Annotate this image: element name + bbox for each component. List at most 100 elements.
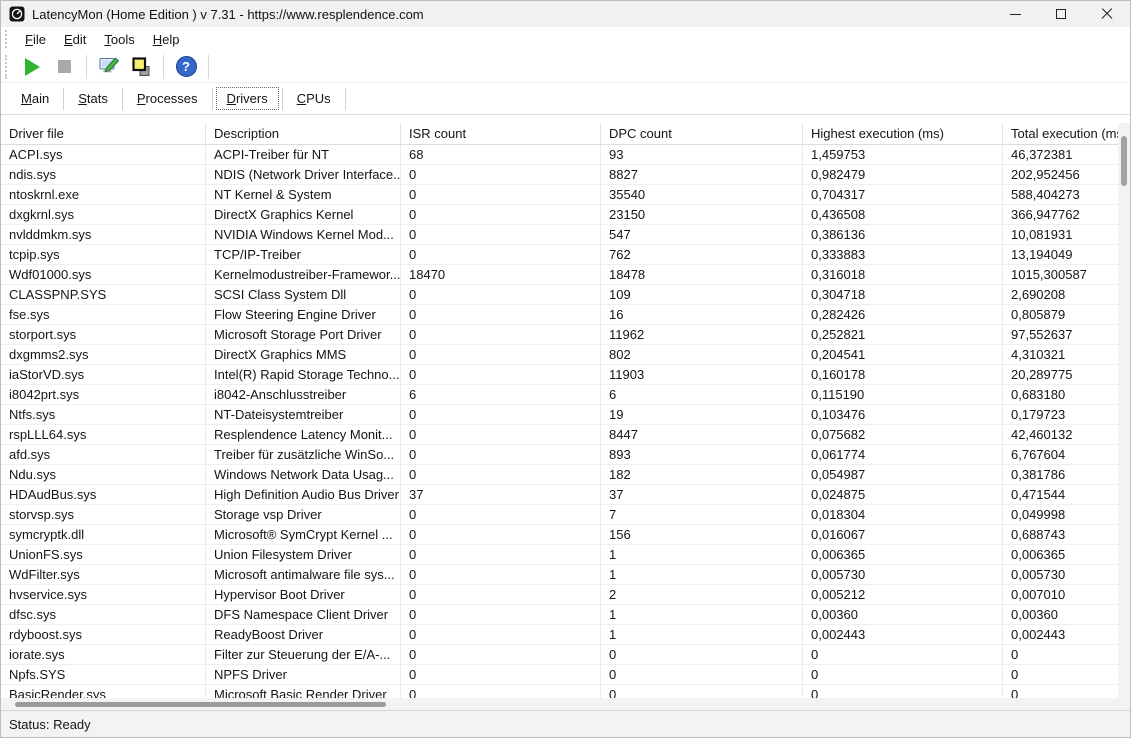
column-header-dpc-count[interactable]: DPC count — [601, 123, 803, 145]
table-row[interactable]: nvlddmkm.sys NVIDIA Windows Kernel Mod..… — [1, 225, 1120, 245]
cell-isr-count: 0 — [401, 245, 601, 265]
tab-bar: Main Stats Processes Drivers CPUs — [1, 83, 1130, 115]
table-row[interactable]: WdFilter.sys Microsoft antimalware file … — [1, 565, 1120, 585]
cell-total-execution: 97,552637 — [1003, 325, 1120, 345]
cell-dpc-count: 1 — [601, 565, 803, 585]
table-row[interactable]: tcpip.sys TCP/IP-Treiber 0 762 0,333883 … — [1, 245, 1120, 265]
table-row[interactable]: HDAudBus.sys High Definition Audio Bus D… — [1, 485, 1120, 505]
cell-highest-execution: 0,160178 — [803, 365, 1003, 385]
cell-total-execution: 0,688743 — [1003, 525, 1120, 545]
close-button[interactable] — [1084, 1, 1130, 27]
cell-description: Microsoft antimalware file sys... — [206, 565, 401, 585]
stop-icon — [57, 60, 71, 73]
table-row[interactable]: UnionFS.sys Union Filesystem Driver 0 1 … — [1, 545, 1120, 565]
cell-dpc-count: 6 — [601, 385, 803, 405]
table-row[interactable]: rdyboost.sys ReadyBoost Driver 0 1 0,002… — [1, 625, 1120, 645]
table-row[interactable]: ntoskrnl.exe NT Kernel & System 0 35540 … — [1, 185, 1120, 205]
table-row[interactable]: dxgmms2.sys DirectX Graphics MMS 0 802 0… — [1, 345, 1120, 365]
stop-monitor-button[interactable] — [50, 54, 78, 80]
cell-isr-count: 0 — [401, 325, 601, 345]
horizontal-scrollbar-thumb[interactable] — [15, 702, 386, 707]
maximize-button[interactable] — [1038, 1, 1084, 27]
menubar-gripper[interactable] — [5, 30, 10, 48]
toolbar-gripper[interactable] — [5, 54, 10, 79]
toolbar: ? — [1, 51, 1130, 83]
table-row[interactable]: i8042prt.sys i8042-Anschlusstreiber 6 6 … — [1, 385, 1120, 405]
table-row[interactable]: fse.sys Flow Steering Engine Driver 0 16… — [1, 305, 1120, 325]
cell-total-execution: 6,767604 — [1003, 445, 1120, 465]
start-monitor-button[interactable] — [18, 54, 46, 80]
toolbar-separator — [208, 54, 209, 79]
cell-highest-execution: 0,386136 — [803, 225, 1003, 245]
table-row[interactable]: CLASSPNP.SYS SCSI Class System Dll 0 109… — [1, 285, 1120, 305]
column-header-isr-count[interactable]: ISR count — [401, 123, 601, 145]
cell-total-execution: 13,194049 — [1003, 245, 1120, 265]
column-header-driver-file[interactable]: Driver file — [1, 123, 206, 145]
cell-driver-file: Npfs.SYS — [1, 665, 206, 685]
menu-tools[interactable]: Tools — [95, 29, 143, 50]
menu-edit[interactable]: Edit — [55, 29, 95, 50]
cell-description: SCSI Class System Dll — [206, 285, 401, 305]
table-row[interactable]: hvservice.sys Hypervisor Boot Driver 0 2… — [1, 585, 1120, 605]
cell-isr-count: 0 — [401, 465, 601, 485]
table-row[interactable]: rspLLL64.sys Resplendence Latency Monit.… — [1, 425, 1120, 445]
cell-isr-count: 0 — [401, 205, 601, 225]
cell-isr-count: 0 — [401, 585, 601, 605]
cell-total-execution: 0,007010 — [1003, 585, 1120, 605]
cell-dpc-count: 182 — [601, 465, 803, 485]
vertical-scrollbar[interactable] — [1118, 123, 1130, 711]
cell-total-execution: 0 — [1003, 665, 1120, 685]
tab-cpus[interactable]: CPUs — [287, 88, 341, 109]
options-button[interactable] — [95, 54, 123, 80]
cell-description: NVIDIA Windows Kernel Mod... — [206, 225, 401, 245]
tab-main[interactable]: Main — [11, 88, 59, 109]
table-row[interactable]: iorate.sys Filter zur Steuerung der E/A-… — [1, 645, 1120, 665]
cell-highest-execution: 0,316018 — [803, 265, 1003, 285]
cell-description: Windows Network Data Usag... — [206, 465, 401, 485]
table-row[interactable]: dfsc.sys DFS Namespace Client Driver 0 1… — [1, 605, 1120, 625]
table-row[interactable]: Ndu.sys Windows Network Data Usag... 0 1… — [1, 465, 1120, 485]
cell-highest-execution: 0,704317 — [803, 185, 1003, 205]
table-row[interactable]: Wdf01000.sys Kernelmodustreiber-Framewor… — [1, 265, 1120, 285]
vertical-scrollbar-thumb[interactable] — [1121, 136, 1127, 186]
table-row[interactable]: storvsp.sys Storage vsp Driver 0 7 0,018… — [1, 505, 1120, 525]
cell-highest-execution: 0,061774 — [803, 445, 1003, 465]
tab-processes[interactable]: Processes — [127, 88, 208, 109]
column-header-highest-execution[interactable]: Highest execution (ms) — [803, 123, 1003, 145]
report-button[interactable] — [127, 54, 155, 80]
menu-file[interactable]: File — [16, 29, 55, 50]
table-row[interactable]: Ntfs.sys NT-Dateisystemtreiber 0 19 0,10… — [1, 405, 1120, 425]
table-row[interactable]: dxgkrnl.sys DirectX Graphics Kernel 0 23… — [1, 205, 1120, 225]
cell-driver-file: BasicRender.sys — [1, 685, 206, 698]
tab-stats[interactable]: Stats — [68, 88, 118, 109]
cell-driver-file: storport.sys — [1, 325, 206, 345]
cell-isr-count: 0 — [401, 545, 601, 565]
table-row[interactable]: Npfs.SYS NPFS Driver 0 0 0 0 — [1, 665, 1120, 685]
status-text: Status: Ready — [9, 716, 91, 732]
cell-total-execution: 366,947762 — [1003, 205, 1120, 225]
cell-isr-count: 0 — [401, 445, 601, 465]
tab-drivers[interactable]: Drivers — [215, 87, 279, 110]
cell-driver-file: ACPI.sys — [1, 145, 206, 165]
table-row[interactable]: iaStorVD.sys Intel(R) Rapid Storage Tech… — [1, 365, 1120, 385]
cell-isr-count: 6 — [401, 385, 601, 405]
table-row[interactable]: symcryptk.dll Microsoft® SymCrypt Kernel… — [1, 525, 1120, 545]
table-row[interactable]: ndis.sys NDIS (Network Driver Interface.… — [1, 165, 1120, 185]
table-row[interactable]: ACPI.sys ACPI-Treiber für NT 68 93 1,459… — [1, 145, 1120, 165]
table-row[interactable]: BasicRender.sys Microsoft Basic Render D… — [1, 685, 1120, 698]
cell-highest-execution: 0,333883 — [803, 245, 1003, 265]
cell-total-execution: 0,805879 — [1003, 305, 1120, 325]
column-header-total-execution[interactable]: Total execution (ms) — [1003, 123, 1120, 145]
cell-dpc-count: 802 — [601, 345, 803, 365]
table-row[interactable]: afd.sys Treiber für zusätzliche WinSo...… — [1, 445, 1120, 465]
copy-pages-icon — [132, 56, 150, 76]
column-header-description[interactable]: Description — [206, 123, 401, 145]
cell-description: Kernelmodustreiber-Framewor... — [206, 265, 401, 285]
menu-help[interactable]: Help — [144, 29, 189, 50]
help-button[interactable]: ? — [172, 54, 200, 80]
cell-total-execution: 20,289775 — [1003, 365, 1120, 385]
cell-dpc-count: 0 — [601, 645, 803, 665]
cell-dpc-count: 16 — [601, 305, 803, 325]
minimize-button[interactable] — [992, 1, 1038, 27]
table-row[interactable]: storport.sys Microsoft Storage Port Driv… — [1, 325, 1120, 345]
